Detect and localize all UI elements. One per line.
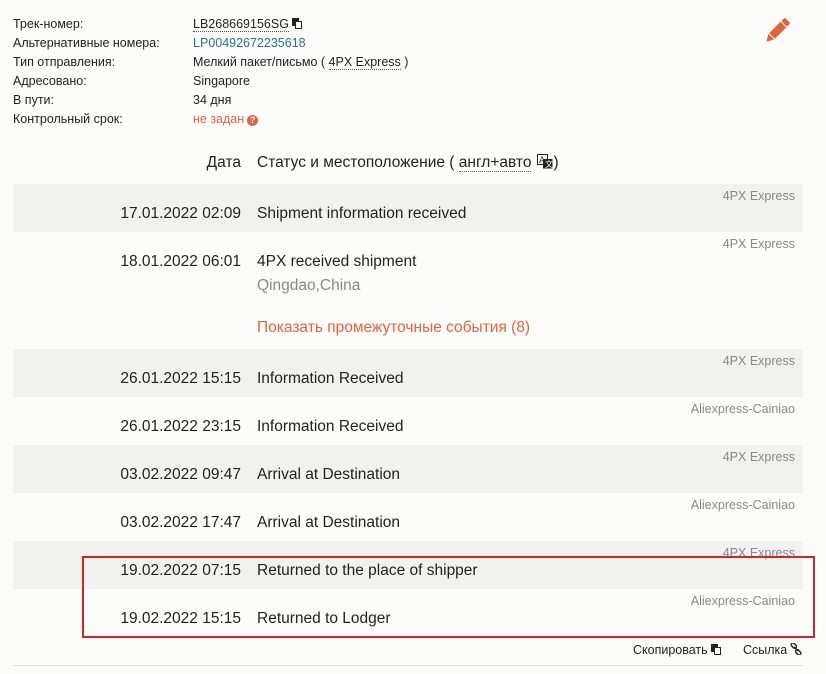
- event-row: 4PX Express 17.01.2022 02:09 Shipment in…: [13, 184, 803, 232]
- event-row: Aliexpress-Cainiao 03.02.2022 17:47 Arri…: [13, 493, 803, 541]
- carrier-link[interactable]: 4PX Express: [328, 55, 401, 70]
- event-carrier: Aliexpress-Cainiao: [690, 402, 795, 416]
- event-status: Arrival at Destination: [257, 466, 401, 483]
- event-location: Qingdao,China: [257, 277, 361, 294]
- question-icon[interactable]: ?: [247, 115, 259, 126]
- link-icon: [790, 643, 802, 655]
- status-column-header: Статус и местоположение ( англ+авто A 文): [257, 154, 559, 172]
- link-label: Ссылка: [743, 643, 788, 657]
- event-date: 26.01.2022 15:15: [120, 370, 241, 387]
- copy-icon[interactable]: [291, 18, 302, 29]
- transit-value: 34 дня: [193, 93, 232, 107]
- event-row: 4PX Express 03.02.2022 09:47 Arrival at …: [13, 445, 803, 493]
- copy-button[interactable]: Скопировать: [633, 643, 721, 657]
- event-date: 18.01.2022 06:01: [120, 253, 241, 270]
- event-status: 4PX received shipment: [257, 253, 417, 270]
- event-date: 26.01.2022 23:15: [120, 418, 241, 435]
- type-label: Тип отправления:: [13, 55, 116, 69]
- translate-icon[interactable]: A文: [537, 154, 553, 169]
- event-carrier: 4PX Express: [722, 450, 795, 464]
- link-button[interactable]: Ссылка: [743, 643, 802, 657]
- event-carrier: 4PX Express: [722, 354, 795, 368]
- destination-label: Адресовано:: [13, 74, 87, 88]
- deadline-label: Контрольный срок:: [13, 112, 123, 126]
- alt-numbers-label: Альтернативные номера:: [13, 36, 160, 50]
- show-intermediate-events-link[interactable]: Показать промежуточные события (8): [257, 319, 530, 337]
- event-date: 03.02.2022 17:47: [120, 514, 241, 531]
- event-status: Arrival at Destination: [257, 514, 401, 531]
- destination-value: Singapore: [193, 74, 250, 88]
- date-column-header: Дата: [206, 154, 241, 171]
- event-date: 03.02.2022 09:47: [120, 466, 241, 483]
- language-toggle[interactable]: англ+авто: [458, 154, 532, 172]
- event-status: Information Received: [257, 418, 404, 435]
- type-value-suffix: ): [404, 55, 409, 69]
- event-row: 4PX Express 26.01.2022 15:15 Information…: [13, 349, 803, 397]
- event-status: Shipment information received: [257, 205, 467, 222]
- deadline-value: не задан?: [193, 110, 259, 129]
- status-header-prefix: Статус и местоположение (: [257, 154, 455, 171]
- status-header-suffix: ): [553, 154, 559, 171]
- type-value-prefix: Мелкий пакет/письмо (: [193, 55, 326, 69]
- event-row: Aliexpress-Cainiao 26.01.2022 23:15 Info…: [13, 397, 803, 445]
- tracking-number[interactable]: LB268669156SG: [193, 17, 289, 32]
- type-value: Мелкий пакет/письмо ( 4PX Express ): [193, 53, 408, 72]
- event-carrier: 4PX Express: [722, 189, 795, 203]
- event-date: 17.01.2022 02:09: [120, 205, 241, 222]
- transit-label: В пути:: [13, 93, 55, 107]
- divider: [13, 665, 803, 666]
- copy-icon: [710, 644, 721, 655]
- copy-label: Скопировать: [633, 643, 708, 657]
- tracking-label: Трек-номер:: [13, 17, 84, 31]
- pencil-icon[interactable]: [762, 16, 792, 46]
- alt-number-link[interactable]: LP00492672235618: [193, 34, 306, 53]
- tracking-value: LB268669156SG: [193, 15, 302, 34]
- event-carrier: Aliexpress-Cainiao: [690, 498, 795, 512]
- highlight-box: [82, 556, 815, 638]
- deadline-text[interactable]: не задан: [193, 112, 244, 126]
- event-carrier: 4PX Express: [722, 237, 795, 251]
- event-status: Information Received: [257, 370, 404, 387]
